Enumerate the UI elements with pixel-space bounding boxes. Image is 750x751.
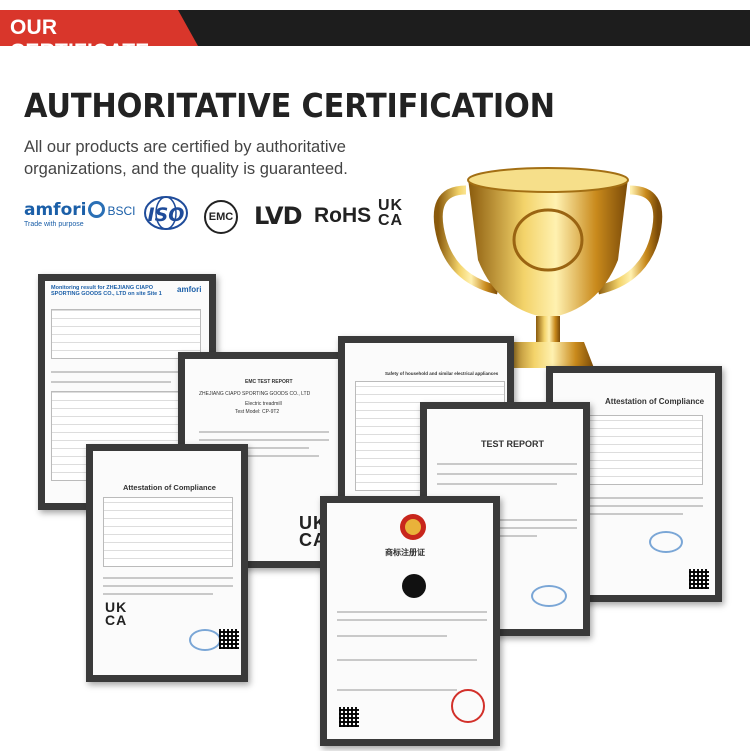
ukca-top: UK xyxy=(378,197,404,214)
amfori-report-title: Monitoring result for ZHEJIANG CIAPO SPO… xyxy=(51,285,162,297)
trademark-paper: 商标注册证 xyxy=(327,503,493,739)
report-line xyxy=(51,371,191,373)
emc-report-product: Electric treadmill xyxy=(245,401,282,407)
banner-title: OUR CERTIFICATE xyxy=(10,16,150,63)
test-report-title: TEST REPORT xyxy=(481,439,545,449)
national-emblem-icon xyxy=(400,514,426,540)
qr-code-icon xyxy=(689,569,709,589)
attestation-left-title: Attestation of Compliance xyxy=(123,483,216,492)
brand-logo-icon xyxy=(402,574,426,598)
report-line xyxy=(437,473,577,475)
report-line xyxy=(337,635,447,637)
certificate-attestation-left: Attestation of Compliance UK CA xyxy=(86,444,248,682)
report-line xyxy=(337,619,487,621)
amfori-wordmark: amfori xyxy=(24,200,87,220)
emc-logo: EMC xyxy=(204,200,238,234)
certificate-trademark: 商标注册证 xyxy=(320,496,500,746)
ukca-logo: UK CA xyxy=(378,197,404,229)
certification-seal-icon xyxy=(649,531,683,553)
attestation-left-table xyxy=(103,497,233,567)
certification-seal-icon xyxy=(189,629,221,651)
emc-report-title: EMC TEST REPORT xyxy=(245,379,293,385)
page-headline: AUTHORITATIVE CERTIFICATION xyxy=(24,86,555,125)
attestation-ukca-mark: UK CA xyxy=(105,600,128,628)
iso-logo: ISO xyxy=(144,196,188,230)
header-banner: OUR CERTIFICATE xyxy=(0,10,750,46)
attestation-left-paper: Attestation of Compliance UK CA xyxy=(93,451,241,675)
amfori-tagline: Trade with purpose xyxy=(24,221,84,228)
emc-report-company: ZHEJIANG CIAPO SPORTING GOODS CO., LTD xyxy=(199,391,311,397)
trademark-title: 商标注册证 xyxy=(385,548,425,557)
amfori-bsci-logo: amfori BSCI Trade with purpose xyxy=(24,200,136,228)
amfori-report-brand: amfori xyxy=(177,285,202,294)
amfori-ring-icon xyxy=(88,201,106,218)
report-line xyxy=(199,439,329,441)
qr-code-icon xyxy=(339,707,359,727)
attestation-right-title: Attestation of Compliance xyxy=(605,397,705,406)
report-line xyxy=(199,431,329,433)
report-line xyxy=(103,593,213,595)
report-line xyxy=(337,611,487,613)
ukca-bottom: CA xyxy=(105,612,128,628)
report-line xyxy=(103,585,233,587)
rohs-logo: RoHS xyxy=(314,204,372,227)
report-line xyxy=(437,463,577,465)
iso-label: ISO xyxy=(147,204,185,226)
emc-label: EMC xyxy=(208,211,234,223)
report-line xyxy=(437,483,557,485)
lvd-logo: LVD xyxy=(254,202,302,230)
ukca-bottom: CA xyxy=(378,212,404,229)
qr-code-icon xyxy=(219,629,239,649)
page-subtitle: All our products are certified by author… xyxy=(24,138,348,178)
lvd-report-title: Safety of household and similar electric… xyxy=(385,371,499,376)
report-line xyxy=(51,381,171,383)
certification-logos: amfori BSCI Trade with purpose ISO EMC LV… xyxy=(24,196,424,236)
banner-tab: OUR CERTIFICATE xyxy=(0,10,198,46)
emc-report-model: Test Model: CP-9T2 xyxy=(235,409,280,415)
bsci-label: BSCI xyxy=(107,204,136,218)
certification-seal-icon xyxy=(531,585,567,607)
report-line xyxy=(337,659,477,661)
report-line xyxy=(103,577,233,579)
official-seal-icon xyxy=(451,689,485,723)
report-line xyxy=(337,689,457,691)
